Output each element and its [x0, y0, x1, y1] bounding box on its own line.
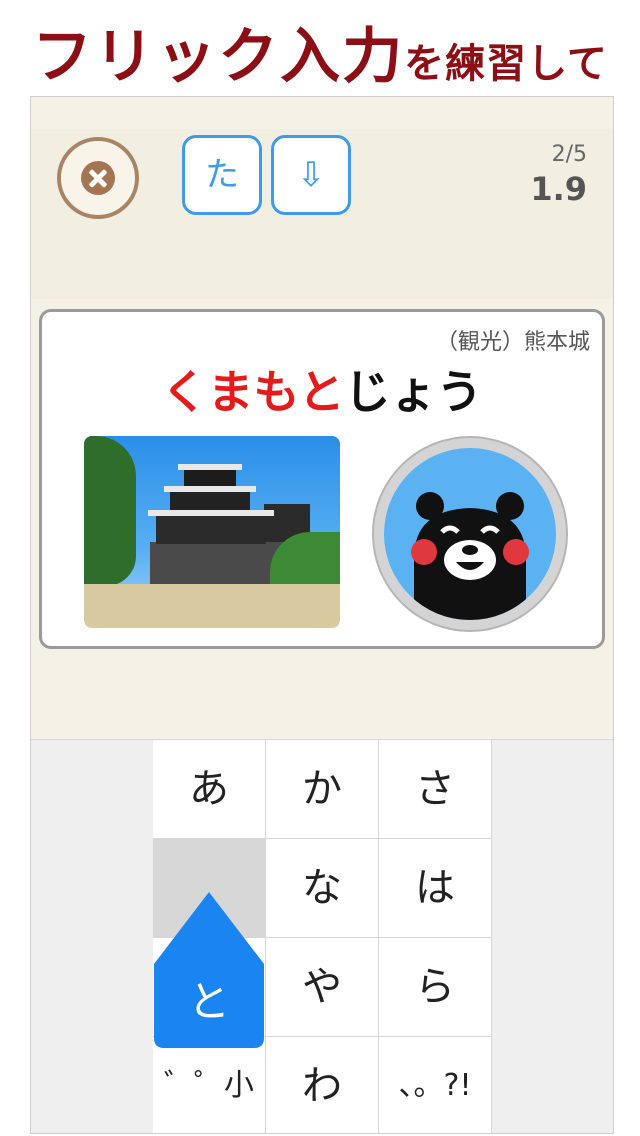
bear-mascot-icon	[411, 492, 529, 620]
key-ra[interactable]: ら	[379, 938, 492, 1037]
castle-photo	[84, 436, 340, 628]
promo-banner: フリック入力を練習して	[0, 0, 640, 96]
question-count: 2/5	[551, 142, 587, 167]
progress-indicator: 2/5 1.9	[530, 141, 587, 209]
banner-title-large: フリック入力	[32, 22, 405, 92]
reading-remaining: じょう	[344, 365, 483, 419]
reading-typed: くまもと	[161, 365, 345, 419]
app-screen: た ⇩ 2/5 1.9 （観光）熊本城 くまもとじょう あ か さ な は や …	[30, 96, 614, 1134]
flick-keyboard: あ か さ な は や ら ゛゜小 わ 、。?! と	[31, 739, 613, 1133]
key-ha[interactable]: は	[379, 839, 492, 938]
key-na[interactable]: な	[266, 839, 379, 938]
flick-popup: と	[152, 890, 266, 1050]
hint-kana-button[interactable]: た	[182, 135, 262, 215]
question-card: （観光）熊本城 くまもとじょう	[39, 309, 605, 649]
mascot-medallion	[372, 436, 568, 632]
close-button[interactable]	[57, 137, 139, 219]
key-sa[interactable]: さ	[379, 740, 492, 839]
close-icon	[81, 161, 115, 195]
key-dakuten-small[interactable]: ゛゜小	[153, 1037, 266, 1133]
banner-title-small: を練習して	[404, 41, 608, 87]
key-wa[interactable]: わ	[266, 1037, 379, 1133]
key-a[interactable]: あ	[153, 740, 266, 839]
card-category: （観光）熊本城	[435, 330, 590, 355]
arrow-down-button[interactable]: ⇩	[271, 135, 351, 215]
key-ya[interactable]: や	[266, 938, 379, 1037]
flick-popup-label: と	[187, 977, 230, 1026]
elapsed-time: 1.9	[530, 170, 587, 208]
card-reading: くまもとじょう	[42, 362, 602, 422]
key-ka[interactable]: か	[266, 740, 379, 839]
banner-title: フリック入力を練習して	[0, 22, 640, 99]
key-punctuation[interactable]: 、。?!	[379, 1037, 492, 1133]
